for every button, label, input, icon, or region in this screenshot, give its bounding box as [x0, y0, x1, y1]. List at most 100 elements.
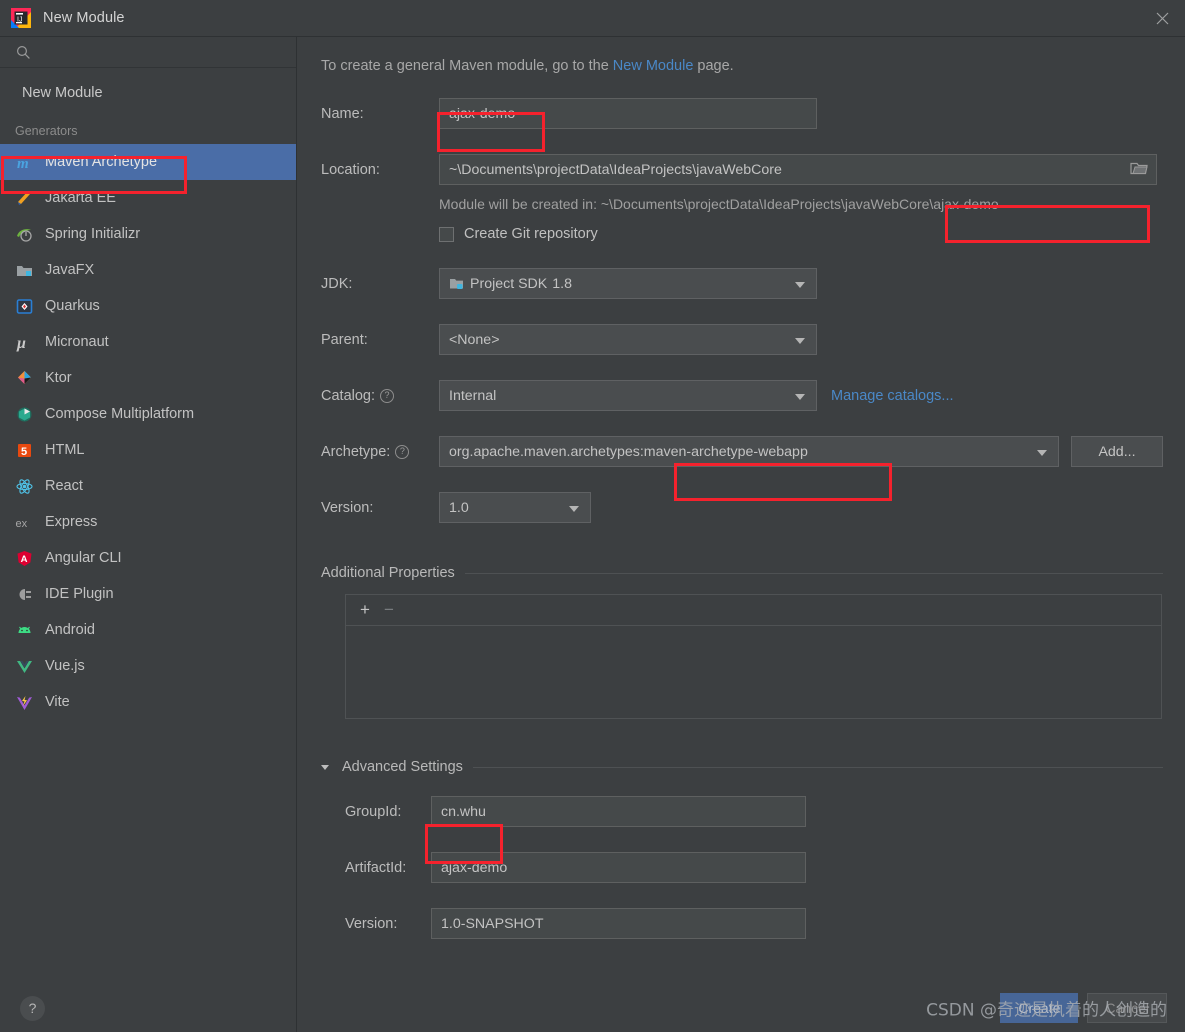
properties-toolbar: + − [346, 595, 1161, 626]
add-archetype-button[interactable]: Add... [1071, 436, 1163, 467]
sidebar-item-react[interactable]: React [0, 468, 296, 504]
archetype-select[interactable]: org.apache.maven.archetypes:maven-archet… [439, 436, 1059, 467]
advanced-version-input[interactable]: 1.0-SNAPSHOT [431, 908, 806, 939]
location-input[interactable]: ~\Documents\projectData\IdeaProjects\jav… [439, 154, 1157, 185]
parent-select[interactable]: <None> [439, 324, 817, 355]
archetype-label-text: Archetype: [321, 443, 391, 460]
sidebar-item-label: HTML [45, 442, 85, 458]
new-module-link[interactable]: New Module [613, 58, 694, 74]
main-panel: To create a general Maven module, go to … [297, 37, 1185, 1032]
sidebar-item-label: Jakarta EE [45, 190, 116, 206]
sidebar-item-angular-cli[interactable]: A Angular CLI [0, 540, 296, 576]
artifact-id-value: ajax-demo [441, 859, 508, 876]
chevron-down-icon[interactable] [795, 281, 805, 288]
jdk-select[interactable]: Project SDK 1.8 [439, 268, 817, 299]
sidebar-item-label: JavaFX [45, 262, 95, 278]
sidebar-item-micronaut[interactable]: μ Micronaut [0, 324, 296, 360]
help-circle-icon[interactable]: ? [395, 444, 410, 459]
sidebar-heading[interactable]: New Module [0, 76, 296, 110]
form-area: To create a general Maven module, go to … [297, 37, 1185, 984]
chevron-down-icon[interactable] [321, 764, 329, 770]
group-id-input[interactable]: cn.whu [431, 796, 806, 827]
sidebar-item-label: Vue.js [45, 658, 85, 674]
artifact-id-row: ArtifactId: ajax-demo [345, 852, 1163, 883]
help-bar: ? [0, 984, 296, 1032]
note-prefix: Module will be created in: [439, 196, 601, 212]
react-icon [15, 477, 34, 496]
create-git-repository-checkbox[interactable]: Create Git repository [439, 226, 598, 242]
close-button[interactable] [1139, 0, 1185, 36]
sidebar-item-quarkus[interactable]: Quarkus [0, 288, 296, 324]
folder-icon[interactable] [1130, 160, 1148, 179]
chevron-down-icon[interactable] [1037, 449, 1047, 456]
cancel-button[interactable]: Cancel [1087, 993, 1167, 1023]
hint-suffix: page. [693, 58, 734, 74]
sidebar-item-javafx[interactable]: JavaFX [0, 252, 296, 288]
sidebar-item-compose-multiplatform[interactable]: Compose Multiplatform [0, 396, 296, 432]
checkbox-box[interactable] [439, 226, 454, 242]
jdk-row: JDK: Project SDK 1.8 [321, 268, 1163, 299]
properties-list[interactable] [346, 626, 1161, 718]
create-button[interactable]: Create [1000, 993, 1079, 1023]
sidebar-item-ktor[interactable]: Ktor [0, 360, 296, 396]
archetype-version-row: Version: 1.0 [321, 492, 1163, 523]
parent-row: Parent: <None> [321, 324, 1163, 355]
plus-icon[interactable]: + [360, 600, 370, 620]
html5-icon: 5 [15, 441, 34, 460]
sidebar-item-ide-plugin[interactable]: IDE Plugin [0, 576, 296, 612]
catalog-value: Internal [449, 387, 497, 404]
search-row[interactable] [0, 37, 296, 68]
sidebar-item-jakarta-ee[interactable]: Jakarta EE [0, 180, 296, 216]
name-label: Name: [321, 105, 364, 122]
sidebar-item-vite[interactable]: Vite [0, 684, 296, 720]
jdk-version: 1.8 [552, 275, 573, 292]
manage-catalogs-link[interactable]: Manage catalogs... [831, 388, 954, 404]
sidebar-item-label: IDE Plugin [45, 586, 114, 602]
sidebar-item-label: Express [45, 514, 98, 530]
archetype-version-label: Version: [321, 499, 374, 516]
sidebar-item-vuejs[interactable]: Vue.js [0, 648, 296, 684]
help-button[interactable]: ? [20, 995, 45, 1021]
archetype-version-select[interactable]: 1.0 [439, 492, 591, 523]
dialog-footer: Create Cancel CSDN @奇迹是执着的人创造的 [297, 984, 1185, 1032]
archetype-version-value: 1.0 [449, 499, 469, 516]
sidebar-item-maven-archetype[interactable]: m Maven Archetype [0, 144, 296, 180]
catalog-label-text: Catalog: [321, 387, 376, 404]
svg-text:ex: ex [16, 518, 28, 530]
plugin-icon [15, 585, 34, 604]
additional-properties-section: Additional Properties [321, 565, 1163, 581]
sidebar-item-android[interactable]: Android [0, 612, 296, 648]
sdk-icon [449, 277, 464, 291]
javafx-icon [15, 261, 34, 280]
chevron-down-icon[interactable] [795, 337, 805, 344]
chevron-down-icon[interactable] [569, 505, 579, 512]
artifact-id-input[interactable]: ajax-demo [431, 852, 806, 883]
group-id-value: cn.whu [441, 803, 486, 820]
generators-list: New Module Generators m Maven Archetype [0, 68, 296, 984]
sidebar-item-label: React [45, 478, 83, 494]
group-id-row: GroupId: cn.whu [345, 796, 1163, 827]
android-icon [15, 621, 34, 640]
sidebar-item-express[interactable]: ex Express [0, 504, 296, 540]
catalog-select[interactable]: Internal [439, 380, 817, 411]
module-path-note: Module will be created in: ~\Documents\p… [439, 196, 999, 212]
name-input[interactable]: ajax-demo [439, 98, 817, 129]
dialog-body: New Module Generators m Maven Archetype [0, 36, 1185, 1032]
sidebar-item-spring-initializr[interactable]: Spring Initializr [0, 216, 296, 252]
angular-icon: A [15, 549, 34, 568]
catalog-label: Catalog: ? [321, 388, 439, 404]
location-row: Location: ~\Documents\projectData\IdeaPr… [321, 154, 1163, 185]
advanced-version-row: Version: 1.0-SNAPSHOT [345, 908, 1163, 939]
sidebar-item-html[interactable]: 5 HTML [0, 432, 296, 468]
jakarta-ee-icon [15, 189, 34, 208]
sidebar-item-label: Quarkus [45, 298, 100, 314]
hint-prefix: To create a general Maven module, go to … [321, 58, 613, 74]
window-title: New Module [43, 10, 125, 26]
sidebar-item-label: Compose Multiplatform [45, 406, 195, 422]
help-circle-icon[interactable]: ? [380, 388, 395, 403]
express-icon: ex [15, 513, 34, 532]
chevron-down-icon[interactable] [795, 393, 805, 400]
quarkus-icon [15, 297, 34, 316]
micronaut-icon: μ [15, 333, 34, 352]
advanced-settings-section[interactable]: Advanced Settings [321, 759, 1163, 775]
